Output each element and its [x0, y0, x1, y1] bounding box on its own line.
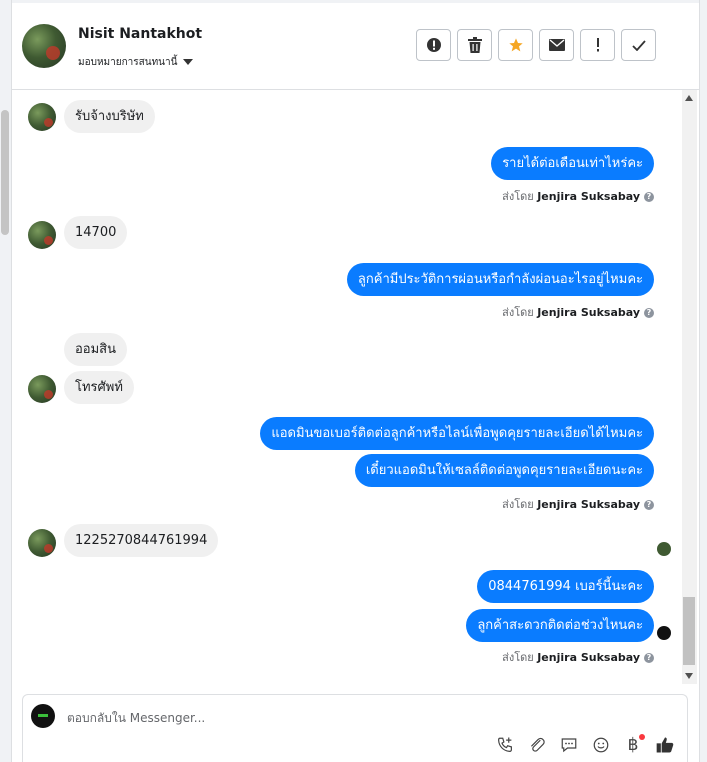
spam-button[interactable] — [416, 29, 451, 61]
exclamation-icon — [596, 38, 599, 52]
conversation-header: Nisit Nantakhot มอบหมายการสนทนานี้ — [12, 3, 699, 90]
right-panel-edge — [699, 0, 707, 762]
follow-up-button[interactable] — [580, 29, 615, 61]
caret-down-icon — [183, 59, 194, 65]
page-avatar — [31, 704, 55, 728]
saved-replies-button[interactable] — [559, 735, 579, 755]
seen-avatar — [657, 626, 671, 640]
incoming-message[interactable]: ออมสิน — [64, 333, 128, 366]
phone-plus-icon — [498, 737, 512, 752]
agent-name[interactable]: Jenjira Suksabay — [537, 306, 640, 319]
assign-label: มอบหมายการสนทนานี้ — [78, 57, 178, 68]
scroll-up-arrow-icon[interactable] — [685, 95, 693, 101]
envelope-icon — [548, 39, 565, 51]
attach-button[interactable] — [527, 735, 547, 755]
thread-scrollbar[interactable] — [682, 90, 697, 684]
incoming-message[interactable]: โทรศัพท์ — [64, 371, 134, 404]
outgoing-message[interactable]: ลูกค้ามีประวัติการผ่อนหรือกำลังผ่อนอะไรอ… — [346, 263, 654, 296]
star-button[interactable] — [498, 29, 533, 61]
delete-button[interactable] — [457, 29, 492, 61]
read-receipt-avatar — [657, 542, 671, 556]
sender-avatar — [28, 529, 56, 557]
contact-name[interactable]: Nisit Nantakhot — [78, 26, 202, 42]
sender-avatar — [28, 103, 56, 131]
trash-icon — [467, 37, 482, 53]
contact-avatar[interactable] — [22, 24, 66, 68]
agent-name[interactable]: Jenjira Suksabay — [537, 498, 640, 511]
like-button[interactable] — [655, 735, 675, 755]
help-icon[interactable]: ? — [644, 308, 654, 318]
scrollbar-thumb[interactable] — [683, 597, 695, 665]
notification-dot — [639, 734, 645, 740]
baht-icon: ฿ — [627, 735, 639, 755]
help-icon[interactable]: ? — [644, 653, 654, 663]
sent-by-prefix: ส่งโดย — [502, 498, 534, 511]
sender-avatar — [28, 221, 56, 249]
sender-avatar — [28, 375, 56, 403]
sent-by-label: ส่งโดย Jenjira Suksabay? — [502, 648, 654, 666]
incoming-message[interactable]: 14700 — [64, 216, 128, 249]
smiley-icon — [593, 737, 609, 753]
paperclip-icon — [531, 737, 545, 752]
chat-bubble-icon — [561, 738, 577, 753]
left-scrollbar-thumb[interactable] — [1, 110, 9, 235]
agent-name[interactable]: Jenjira Suksabay — [537, 190, 640, 203]
outgoing-message[interactable]: เดี๋ยวแอดมินให้เซลล์ติดต่อพูดคุยรายละเอี… — [354, 454, 654, 487]
message-thread[interactable]: รับจ้างบริษัท รายได้ต่อเดือนเท่าไหร่คะ ส… — [12, 90, 682, 684]
sent-by-prefix: ส่งโดย — [502, 306, 534, 319]
thumbs-up-icon — [656, 737, 674, 753]
call-add-button[interactable] — [495, 735, 515, 755]
reply-composer: ฿ — [22, 694, 688, 762]
outgoing-message[interactable]: ลูกค้าสะดวกติดต่อช่วงไหนคะ — [466, 609, 654, 642]
payment-button[interactable]: ฿ — [623, 734, 645, 755]
help-icon[interactable]: ? — [644, 192, 654, 202]
sent-by-prefix: ส่งโดย — [502, 651, 534, 664]
reply-input[interactable] — [67, 709, 627, 727]
mark-unread-button[interactable] — [539, 29, 574, 61]
header-actions — [416, 29, 656, 61]
sent-by-label: ส่งโดย Jenjira Suksabay? — [502, 303, 654, 321]
help-icon[interactable]: ? — [644, 500, 654, 510]
sent-by-label: ส่งโดย Jenjira Suksabay? — [502, 187, 654, 205]
composer-toolbar: ฿ — [495, 734, 675, 755]
emoji-button[interactable] — [591, 735, 611, 755]
incoming-message[interactable]: รับจ้างบริษัท — [64, 100, 155, 133]
outgoing-message[interactable]: 0844761994 เบอร์นี้นะคะ — [477, 570, 654, 603]
done-button[interactable] — [621, 29, 656, 61]
outgoing-message[interactable]: แอดมินขอเบอร์ติดต่อลูกค้าหรือไลน์เพื่อพู… — [260, 417, 654, 450]
check-icon — [631, 39, 646, 51]
alert-circle-icon — [426, 38, 441, 52]
scroll-down-arrow-icon[interactable] — [685, 673, 693, 679]
assign-conversation-dropdown[interactable]: มอบหมายการสนทนานี้ — [78, 55, 194, 70]
sent-by-prefix: ส่งโดย — [502, 190, 534, 203]
star-icon — [508, 38, 523, 52]
left-panel-edge — [0, 0, 12, 762]
incoming-message[interactable]: 1225270844761994 — [64, 524, 219, 557]
sent-by-label: ส่งโดย Jenjira Suksabay? — [502, 495, 654, 513]
outgoing-message[interactable]: รายได้ต่อเดือนเท่าไหร่คะ — [491, 147, 654, 180]
agent-name[interactable]: Jenjira Suksabay — [537, 651, 640, 664]
